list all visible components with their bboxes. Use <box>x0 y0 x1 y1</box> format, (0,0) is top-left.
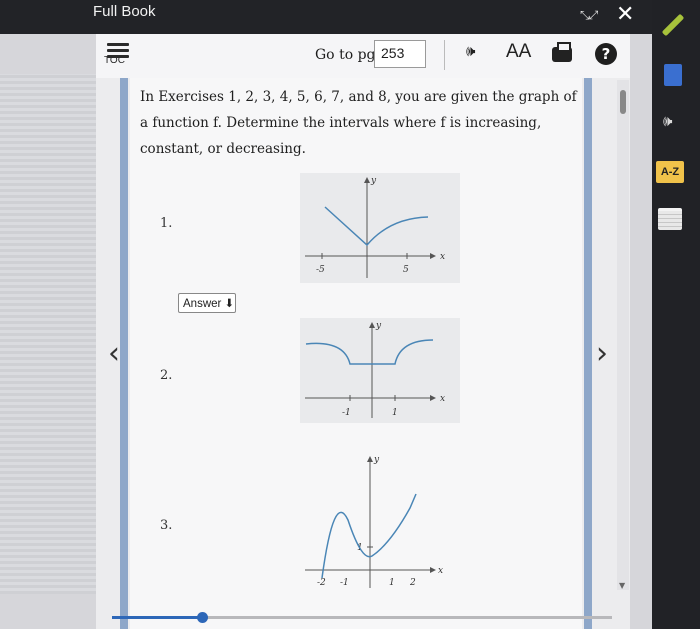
help-button[interactable]: ? <box>595 43 617 65</box>
exercise-1-graph: x y -5 5 <box>300 173 460 283</box>
answer-button[interactable]: Answer ⬇ <box>178 293 236 313</box>
exercise-instructions: In Exercises 1, 2, 3, 4, 5, 6, 7, and 8,… <box>140 89 577 157</box>
y-axis-label: y <box>370 176 377 186</box>
toc-label[interactable]: TOC <box>104 55 125 66</box>
goto-label: Go to pg. <box>315 47 380 63</box>
book-toolbar: TOC Go to pg. 253 🕪 AA ? <box>96 34 630 78</box>
audio-icon[interactable]: 🕪 <box>466 42 475 60</box>
book-page: In Exercises 1, 2, 3, 4, 5, 6, 7, and 8,… <box>130 78 582 629</box>
y-axis-label: y <box>373 455 380 465</box>
x-tick-label: 5 <box>403 265 409 275</box>
exercise-3-graph: x y 1 -2 -1 1 2 <box>305 455 443 588</box>
window-title: Full Book <box>93 3 156 20</box>
reading-progress-bar[interactable] <box>112 612 612 623</box>
prev-page-arrow-icon[interactable]: ‹ <box>108 336 120 371</box>
scrollbar-thumb[interactable] <box>620 90 626 114</box>
tool-rail <box>652 0 700 629</box>
page-number-input[interactable]: 253 <box>374 40 426 68</box>
prev-page-bar[interactable] <box>120 78 128 629</box>
print-icon[interactable] <box>552 42 572 62</box>
x-axis-label: x <box>438 566 443 576</box>
fullscreen-icon[interactable]: ⤡⤢ <box>580 8 598 23</box>
progress-knob[interactable] <box>197 612 208 623</box>
text-size-button[interactable]: AA <box>506 41 531 63</box>
progress-fill <box>112 616 202 619</box>
function-curve <box>321 493 417 579</box>
x-tick-label: -1 <box>340 578 349 588</box>
right-gutter <box>630 34 652 629</box>
x-tick-label: 1 <box>392 408 398 418</box>
toolbar-divider <box>444 40 445 70</box>
exercise-number: 2. <box>160 368 173 383</box>
x-axis-label: x <box>440 394 445 404</box>
exercise-number: 3. <box>160 518 173 533</box>
book-frame: TOC Go to pg. 253 🕪 AA ? ‹ › In Exercise… <box>96 34 630 629</box>
x-tick-label: -5 <box>316 265 325 275</box>
x-axis-label: x <box>440 252 445 262</box>
close-icon[interactable]: ✕ <box>616 2 634 27</box>
vertical-scrollbar[interactable]: ▼ <box>617 80 629 590</box>
next-page-arrow-icon[interactable]: › <box>596 336 608 371</box>
graph-background <box>300 318 460 423</box>
glossary-button[interactable]: A-Z <box>656 161 684 183</box>
rail-audio-icon[interactable]: 🕪 <box>663 112 672 130</box>
exercise-number: 1. <box>160 216 173 231</box>
left-gutter <box>0 34 96 629</box>
notebook-icon[interactable] <box>664 64 682 86</box>
top-bar: Full Book ⤡⤢ ✕ <box>0 0 700 34</box>
x-tick-label: -1 <box>342 408 351 418</box>
y-axis-label: y <box>375 321 382 331</box>
highlight-icon[interactable] <box>658 208 682 230</box>
x-axis-arrow <box>430 567 436 573</box>
x-tick-label: 1 <box>389 578 395 588</box>
scroll-down-icon[interactable]: ▼ <box>619 581 625 590</box>
y-axis-arrow <box>367 456 373 462</box>
next-page-bar[interactable] <box>584 78 592 629</box>
x-tick-label: 2 <box>409 578 416 588</box>
x-tick-label: -2 <box>317 578 326 588</box>
exercise-2-graph: x y -1 1 <box>300 318 460 423</box>
